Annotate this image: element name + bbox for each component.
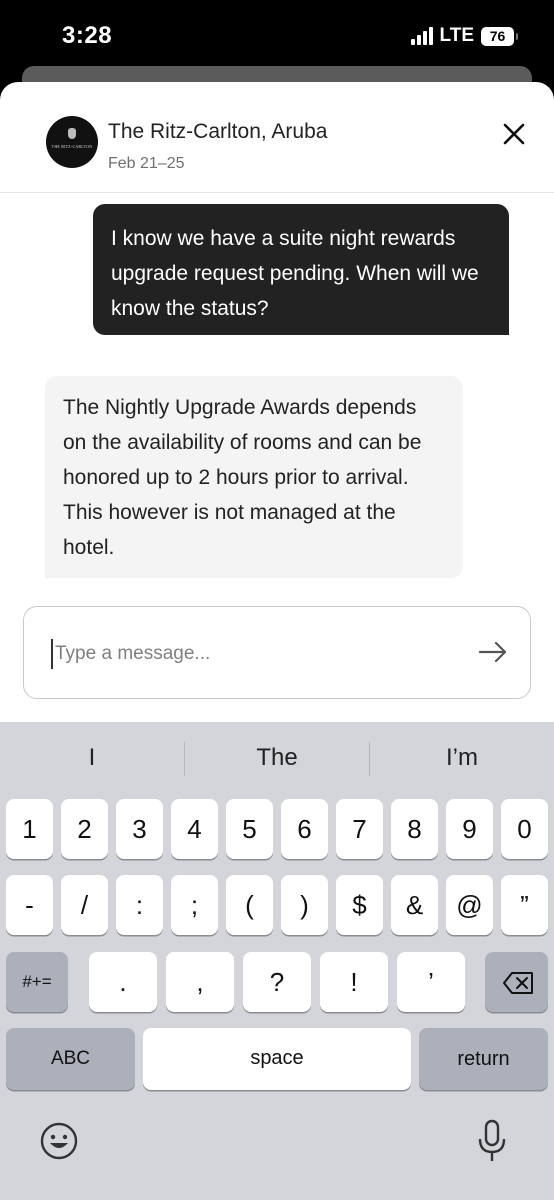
backspace-key[interactable] (485, 952, 548, 1012)
number-key[interactable]: 7 (336, 799, 383, 859)
number-key[interactable]: 2 (61, 799, 108, 859)
battery-icon: 76 (481, 26, 518, 46)
symbol-key[interactable]: ) (281, 875, 328, 935)
symbol-key[interactable]: / (61, 875, 108, 935)
network-label: LTE (439, 25, 474, 46)
microphone-button[interactable] (476, 1118, 508, 1164)
hotel-name: The Ritz-Carlton, Aruba (108, 120, 328, 143)
message-input[interactable] (55, 637, 455, 671)
symbol-key[interactable]: @ (446, 875, 493, 935)
hotel-avatar: THE RITZ-CARLTON (46, 116, 98, 168)
emoji-button[interactable] (38, 1120, 80, 1162)
punctuation-key[interactable]: ? (243, 952, 311, 1012)
keyboard: I The I’m 1234567890 - /:;() $ & @” #+= .,?!… (0, 722, 554, 1200)
number-key[interactable]: 0 (501, 799, 548, 859)
number-key[interactable]: 6 (281, 799, 328, 859)
symbol-key[interactable]: ” (501, 875, 548, 935)
return-key[interactable]: return (419, 1028, 548, 1090)
suggestion-3[interactable]: I’m (370, 744, 554, 774)
signal-icon (410, 27, 433, 45)
send-button[interactable] (478, 640, 508, 664)
space-key[interactable]: space (143, 1028, 411, 1090)
number-key[interactable]: 5 (226, 799, 273, 859)
number-key[interactable]: 1 (6, 799, 53, 859)
symbol-key[interactable]: : (116, 875, 163, 935)
text-cursor (51, 639, 53, 669)
number-key[interactable]: 3 (116, 799, 163, 859)
abc-key[interactable]: ABC (6, 1028, 135, 1090)
symbol-key[interactable]: & (391, 875, 438, 935)
number-key[interactable]: 9 (446, 799, 493, 859)
message-composer (23, 606, 531, 699)
suggestion-2[interactable]: The (185, 744, 369, 774)
symbols-toggle-key[interactable]: #+= (6, 952, 68, 1012)
punctuation-key[interactable]: , (166, 952, 234, 1012)
status-bar: 3:28 LTE 76 (0, 0, 554, 70)
punctuation-key[interactable]: ’ (397, 952, 465, 1012)
symbol-key[interactable]: $ (336, 875, 383, 935)
emoji-icon (40, 1122, 78, 1160)
send-arrow-icon (478, 641, 507, 663)
number-key[interactable]: 4 (171, 799, 218, 859)
close-icon (503, 123, 525, 145)
guest-message-bubble: I know we have a suite night rewards upg… (93, 204, 509, 335)
backspace-icon (503, 972, 533, 994)
status-time: 3:28 (62, 22, 113, 49)
stay-dates: Feb 21–25 (108, 155, 185, 172)
hotel-message-bubble: The Nightly Upgrade Awards depends on th… (45, 376, 463, 578)
close-button[interactable] (500, 120, 528, 148)
lion-crest-icon (68, 128, 76, 139)
punctuation-key[interactable]: ! (320, 952, 388, 1012)
punctuation-key[interactable]: . (89, 952, 157, 1012)
suggestion-1[interactable]: I (0, 744, 184, 774)
number-key[interactable]: 8 (391, 799, 438, 859)
chat-header: THE RITZ-CARLTON The Ritz-Carlton, Aruba… (0, 82, 554, 193)
status-indicators: LTE 76 (410, 25, 518, 47)
avatar-logo-text: THE RITZ-CARLTON (51, 144, 93, 149)
symbol-key[interactable]: ; (171, 875, 218, 935)
symbol-key[interactable]: - (6, 875, 53, 935)
microphone-icon (478, 1119, 506, 1161)
chat-sheet: THE RITZ-CARLTON The Ritz-Carlton, Aruba… (0, 82, 554, 732)
symbol-key[interactable]: ( (226, 875, 273, 935)
